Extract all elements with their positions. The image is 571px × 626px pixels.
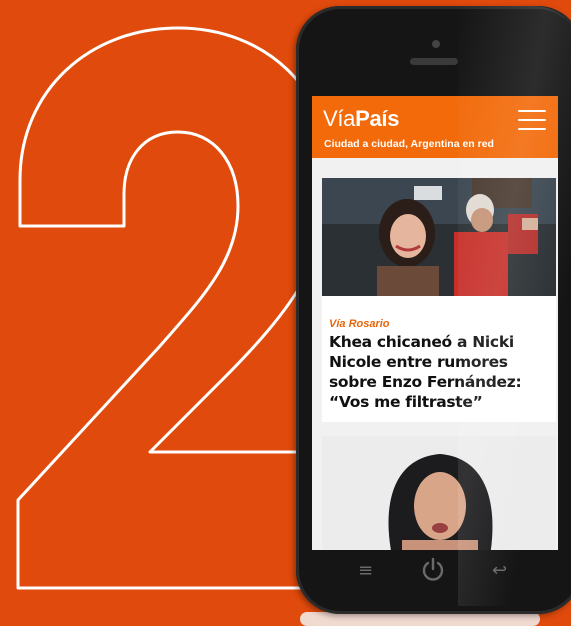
- phone-screen: VíaPaís Ciudad a ciudad, Argentina en re…: [312, 96, 558, 550]
- article-headline[interactable]: Khea chicaneó a Nicki Nicole entre rumor…: [329, 332, 553, 412]
- menu-icon[interactable]: ≡: [358, 560, 373, 581]
- article-card[interactable]: [322, 436, 556, 550]
- site-tagline: Ciudad a ciudad, Argentina en red: [324, 138, 494, 150]
- back-icon[interactable]: ↩: [492, 560, 507, 581]
- article-card[interactable]: Vía Rosario Khea chicaneó a Nicki Nicole…: [322, 178, 556, 422]
- front-camera: [432, 40, 440, 48]
- phone-reflection: [300, 612, 540, 626]
- site-logo[interactable]: VíaPaís: [323, 106, 399, 132]
- hamburger-menu-icon[interactable]: [518, 110, 546, 130]
- logo-text-bold: País: [355, 106, 400, 131]
- earpiece-speaker: [410, 58, 458, 65]
- logo-text-light: Vía: [323, 106, 356, 131]
- article-thumbnail[interactable]: [322, 436, 556, 550]
- site-header: VíaPaís Ciudad a ciudad, Argentina en re…: [312, 96, 558, 158]
- article-thumbnail[interactable]: [322, 178, 556, 296]
- article-section-label[interactable]: Vía Rosario: [329, 318, 390, 330]
- power-icon[interactable]: [420, 556, 446, 582]
